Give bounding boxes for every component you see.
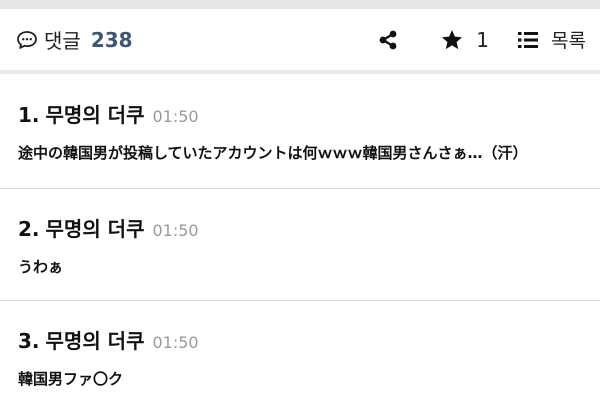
star-button[interactable]: 1	[440, 28, 489, 52]
comment-author: 무명의 더쿠	[45, 103, 145, 127]
comment-number: 2.	[18, 217, 40, 241]
comment-time: 01:50	[152, 107, 199, 126]
star-icon	[442, 29, 463, 49]
share-icon	[379, 30, 397, 49]
comment-item: 3. 무명의 더쿠 01:50 韓国男ファ〇ク	[0, 301, 600, 402]
comment-time: 01:50	[152, 221, 199, 240]
comment-author: 무명의 더쿠	[45, 217, 145, 241]
comment-body: うわぁ	[18, 258, 64, 276]
comment-number: 1.	[18, 103, 40, 127]
comment-author: 무명의 더쿠	[45, 329, 145, 353]
top-separator	[0, 0, 600, 9]
comments-title: 댓글	[44, 29, 81, 53]
comment-header: 3. 무명의 더쿠 01:50	[18, 325, 582, 354]
comment-header: 2. 무명의 더쿠 01:50	[18, 213, 582, 242]
comment-body: 途中の韓国男が投稿していたアカウントは何ｗｗｗ韓国男さんさぁ…（汗）	[18, 144, 528, 162]
comments-header-title-group: 댓글 238	[16, 25, 133, 54]
comment-header: 1. 무명의 더쿠 01:50	[18, 99, 582, 128]
share-button[interactable]	[376, 28, 400, 52]
comment-number: 3.	[18, 329, 40, 353]
list-button[interactable]: 목록	[517, 26, 586, 53]
comment-item: 1. 무명의 더쿠 01:50 途中の韓国男が投稿していたアカウントは何ｗｗｗ韓…	[0, 74, 600, 189]
comments-header: 댓글 238 1 목록	[0, 9, 600, 74]
list-icon	[518, 31, 539, 48]
header-actions: 1 목록	[376, 26, 586, 53]
comment-time: 01:50	[152, 333, 199, 352]
comment-item: 2. 무명의 더쿠 01:50 うわぁ	[0, 189, 600, 301]
list-label: 목록	[551, 30, 586, 52]
speech-bubble-icon	[16, 29, 38, 51]
comments-count: 238	[90, 27, 133, 52]
comment-body: 韓国男ファ〇ク	[18, 370, 124, 388]
star-count: 1	[476, 27, 490, 52]
